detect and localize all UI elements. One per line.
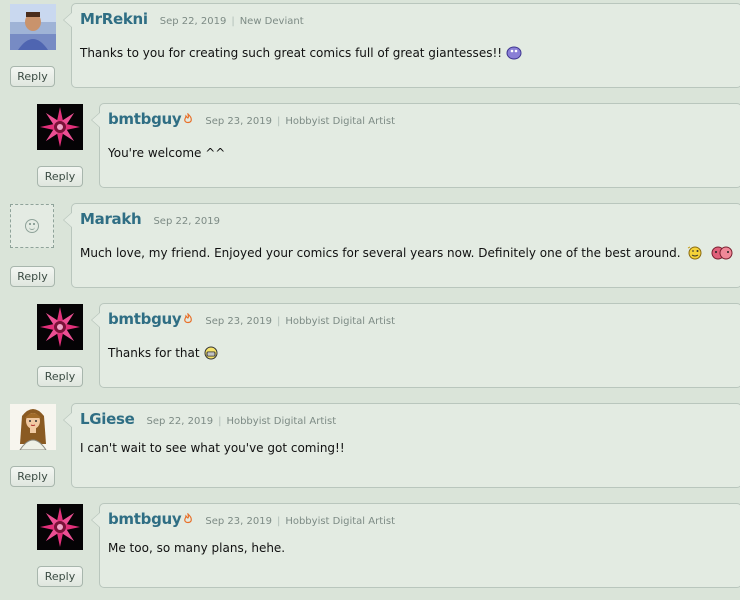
comment-bubble: bmtbguy Sep 23, 2019 | Hobbyist Digital … (91, 103, 740, 188)
comment-date[interactable]: Sep 22, 2019 (153, 216, 220, 227)
comment-bubble: bmtbguy Sep 23, 2019 | Hobbyist Digital … (91, 303, 740, 388)
reply-button[interactable]: Reply (10, 266, 55, 287)
hugging-emoticons-icon (711, 246, 733, 260)
comment-text-row: I can't wait to see what you've got comi… (80, 441, 345, 455)
comment-thread-item: Reply bmtbguy Sep 23, 2019 | Hobbyist Di… (0, 100, 740, 200)
comment-thread-item: Reply MrRekni Sep 22, 2019 | New Deviant… (0, 0, 740, 100)
meta-separator: | (231, 16, 235, 27)
smiley-placeholder-icon (25, 219, 39, 233)
wink-emoticon-icon (687, 246, 702, 260)
comment-text: You're welcome ^^ (108, 146, 226, 160)
username-link[interactable]: LGiese (80, 410, 135, 428)
comment-bubble: Marakh Sep 22, 2019 Much love, my friend… (63, 203, 740, 288)
username-link[interactable]: MrRekni (80, 10, 148, 28)
comment-date[interactable]: Sep 22, 2019 (160, 16, 227, 27)
comment-bubble: MrRekni Sep 22, 2019 | New Deviant Thank… (63, 3, 740, 88)
reply-button[interactable]: Reply (10, 466, 55, 487)
pink-flower-avatar-icon[interactable] (37, 104, 83, 150)
comment-text-row: You're welcome ^^ (108, 146, 225, 160)
username-link[interactable]: Marakh (80, 210, 142, 228)
comment-thread-item: Reply Marakh Sep 22, 2019 Much love, my … (0, 200, 740, 300)
flame-badge-icon (183, 512, 193, 527)
comment-date[interactable]: Sep 23, 2019 (205, 516, 272, 527)
user-role: New Deviant (239, 16, 304, 27)
comment-date[interactable]: Sep 23, 2019 (205, 116, 272, 127)
comment-header: bmtbguy Sep 23, 2019 | Hobbyist Digital … (108, 310, 395, 328)
comment-header: bmtbguy Sep 23, 2019 | Hobbyist Digital … (108, 510, 395, 528)
comment-date[interactable]: Sep 22, 2019 (147, 416, 214, 427)
comment-thread-item: Reply bmtbguy Sep 23, 2019 | Hobbyist Di… (0, 500, 740, 600)
comment-text: Much love, my friend. Enjoyed your comic… (80, 246, 681, 260)
reply-button[interactable]: Reply (10, 66, 55, 87)
reply-button[interactable]: Reply (37, 366, 83, 387)
comment-header: Marakh Sep 22, 2019 (80, 210, 220, 228)
cartoon-woman-avatar-icon[interactable] (10, 404, 56, 451)
comment-text: I can't wait to see what you've got comi… (80, 441, 345, 455)
grin-emoticon-icon (204, 346, 218, 360)
comment-thread-item: Reply LGiese Sep 22, 2019 | Hobbyist Dig… (0, 400, 740, 500)
comment-header: LGiese Sep 22, 2019 | Hobbyist Digital A… (80, 410, 336, 428)
comment-text-row: Thanks to you for creating such great co… (80, 46, 522, 60)
username-link[interactable]: bmtbguy (108, 510, 182, 528)
comment-thread-item: Reply bmtbguy Sep 23, 2019 | Hobbyist Di… (0, 300, 740, 400)
reply-button[interactable]: Reply (37, 166, 83, 187)
user-role: Hobbyist Digital Artist (285, 516, 396, 527)
username-link[interactable]: bmtbguy (108, 310, 182, 328)
comment-text: Thanks for that (108, 346, 200, 360)
pink-flower-avatar-icon[interactable] (37, 504, 83, 550)
comment-header: MrRekni Sep 22, 2019 | New Deviant (80, 10, 304, 28)
meta-separator: | (276, 316, 281, 327)
comment-header: bmtbguy Sep 23, 2019 | Hobbyist Digital … (108, 110, 395, 128)
user-role: Hobbyist Digital Artist (285, 116, 396, 127)
meta-separator: | (218, 416, 222, 427)
reply-button[interactable]: Reply (37, 566, 83, 587)
flame-badge-icon (183, 312, 193, 327)
comment-text: Thanks to you for creating such great co… (80, 46, 503, 60)
photo-avatar-icon[interactable] (10, 4, 56, 50)
comment-text: Me too, so many plans, hehe. (108, 541, 286, 555)
meta-separator: | (276, 116, 281, 127)
comment-text-row: Much love, my friend. Enjoyed your comic… (80, 246, 740, 260)
comment-date[interactable]: Sep 23, 2019 (205, 316, 272, 327)
user-role: Hobbyist Digital Artist (285, 316, 396, 327)
comment-bubble: bmtbguy Sep 23, 2019 | Hobbyist Digital … (91, 503, 740, 588)
flame-badge-icon (183, 112, 193, 127)
meta-separator: | (276, 516, 281, 527)
comment-text-row: Me too, so many plans, hehe. (108, 541, 285, 555)
blob-emoticon-icon (506, 46, 522, 60)
comment-text-row: Thanks for that (108, 346, 218, 360)
pink-flower-avatar-icon[interactable] (37, 304, 83, 350)
comment-bubble: LGiese Sep 22, 2019 | Hobbyist Digital A… (63, 403, 740, 488)
username-link[interactable]: bmtbguy (108, 110, 182, 128)
default-avatar-icon[interactable] (10, 204, 54, 248)
user-role: Hobbyist Digital Artist (226, 416, 337, 427)
